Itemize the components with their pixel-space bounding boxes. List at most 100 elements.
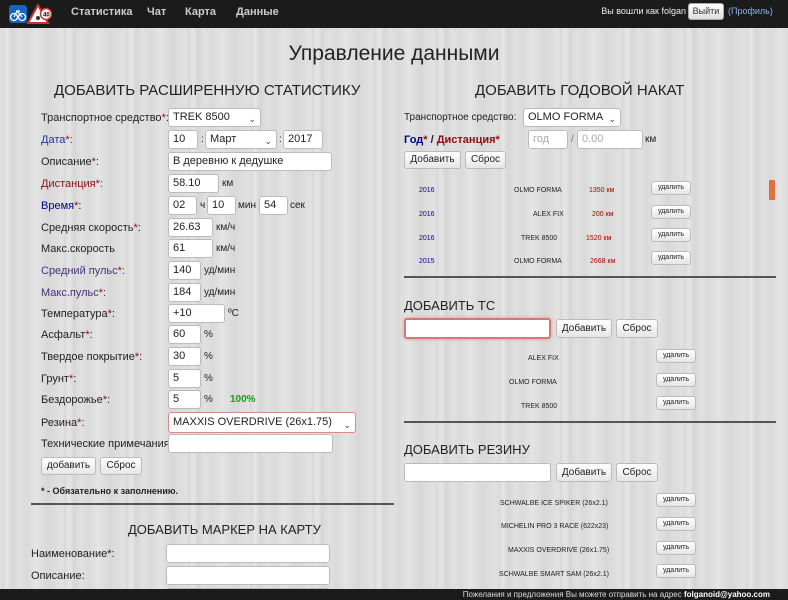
list-item: SCHWALBE ICE SPIKER (26x2.1) xyxy=(500,500,608,507)
add-stats-button[interactable]: добавить xyxy=(41,457,96,475)
offroad-input[interactable]: 5 xyxy=(168,390,201,409)
list-item: ALEX FIX xyxy=(528,355,559,362)
add-yearly-button[interactable]: Добавить xyxy=(404,151,461,169)
nav-map[interactable]: Карта xyxy=(185,6,216,18)
reset-tire-button[interactable]: Сброс xyxy=(616,463,658,482)
vehicle-name-input[interactable] xyxy=(404,318,551,339)
divider xyxy=(404,421,776,423)
delete-button[interactable]: удалить xyxy=(651,228,691,242)
notes-input[interactable] xyxy=(168,434,333,453)
logout-button[interactable]: Выйти xyxy=(688,3,724,20)
description-input[interactable]: В деревню к дедушке xyxy=(168,152,332,171)
date-month-select[interactable]: Март ⌄ xyxy=(205,130,277,149)
temperature-input[interactable]: +10 xyxy=(168,304,225,323)
logo-icon: 40 xyxy=(9,2,53,24)
distance-input[interactable]: 58.10 xyxy=(168,174,219,193)
marker-section-title: ДОБАВИТЬ МАРКЕР НА КАРТУ xyxy=(128,522,321,537)
marker-name-label: Наименование*: xyxy=(31,548,115,560)
delete-button[interactable]: удалить xyxy=(656,541,696,555)
nav-data[interactable]: Данные xyxy=(236,6,279,18)
yearly-distance-input[interactable]: 0.00 xyxy=(577,130,643,149)
tire-name-input[interactable] xyxy=(404,463,551,482)
avg-pulse-input[interactable]: 140 xyxy=(168,261,201,280)
marker-description-input[interactable] xyxy=(166,566,330,585)
max-speed-input[interactable]: 61 xyxy=(168,239,213,258)
date-year-input[interactable]: 2017 xyxy=(283,130,323,149)
avg-speed-input[interactable]: 26.63 xyxy=(168,218,213,237)
max-speed-label: Макс.скорость xyxy=(41,243,115,255)
stats-section-title: ДОБАВИТЬ РАСШИРЕННУЮ СТАТИСТИКУ xyxy=(54,82,361,99)
chevron-down-icon: ⌄ xyxy=(608,114,616,124)
delete-button[interactable]: удалить xyxy=(651,251,691,265)
page-title: Управление данными xyxy=(288,42,500,65)
marker-description-label: Описание: xyxy=(31,570,85,582)
hard-surface-label: Твердое покрытие*: xyxy=(41,351,143,363)
tires-section-title: ДОБАВИТЬ РЕЗИНУ xyxy=(404,442,530,457)
time-seconds-input[interactable]: 54 xyxy=(259,196,288,215)
asphalt-input[interactable]: 60 xyxy=(168,325,201,344)
reset-yearly-button[interactable]: Сброс xyxy=(465,151,506,169)
date-day-input[interactable]: 10 xyxy=(168,130,198,149)
tire-select[interactable]: MAXXIS OVERDRIVE (26x1.75) ⌄ xyxy=(168,412,356,433)
reset-stats-button[interactable]: Сброс xyxy=(100,457,142,475)
add-vehicle-button[interactable]: Добавить xyxy=(556,319,612,338)
login-status: Вы вошли как folgan xyxy=(601,6,686,16)
vehicles-section-title: ДОБАВИТЬ ТС xyxy=(404,298,496,313)
list-item: MAXXIS OVERDRIVE (26x1.75) xyxy=(508,547,610,554)
nav-chat[interactable]: Чат xyxy=(147,6,166,18)
temperature-label: Температура*: xyxy=(41,308,115,320)
yearly-vehicle-label: Транспортное средство: xyxy=(404,112,517,123)
profile-link[interactable]: (Профиль) xyxy=(728,6,773,16)
year-input[interactable]: год xyxy=(528,130,568,149)
delete-button[interactable]: удалить xyxy=(656,396,696,410)
description-label: Описание*: xyxy=(41,156,99,168)
chevron-down-icon: ⌄ xyxy=(264,136,272,146)
max-pulse-input[interactable]: 184 xyxy=(168,283,201,302)
list-item: MICHELIN PRO 3 RACE (622x23) xyxy=(501,523,609,530)
divider xyxy=(31,503,394,505)
svg-text:40: 40 xyxy=(43,13,50,19)
delete-button[interactable]: удалить xyxy=(656,493,696,507)
add-tire-button[interactable]: Добавить xyxy=(556,463,612,482)
ground-label: Грунт*: xyxy=(41,373,77,385)
marker-name-input[interactable] xyxy=(166,544,330,563)
distance-label: Дистанция*: xyxy=(41,178,103,190)
list-item: OLMO FORMA xyxy=(509,379,557,386)
vehicle-label: Транспортное средство*: xyxy=(41,112,169,124)
list-item: SCHWALBE SMART SAM (26x2.1) xyxy=(499,571,609,578)
time-minutes-input[interactable]: 10 xyxy=(207,196,236,215)
delete-button[interactable]: удалить xyxy=(651,181,691,195)
list-item: TREK 8500 xyxy=(521,403,558,410)
yearly-section-title: ДОБАВИТЬ ГОДОВОЙ НАКАТ xyxy=(475,82,685,99)
footer-email-link[interactable]: folganoid@yahoo.com xyxy=(684,590,770,599)
asphalt-label: Асфальт*: xyxy=(41,329,93,341)
delete-button[interactable]: удалить xyxy=(656,517,696,531)
avg-pulse-label: Средний пульс*: xyxy=(41,265,125,277)
delete-button[interactable]: удалить xyxy=(656,373,696,387)
required-note: * - Обязательно к заполнению. xyxy=(41,486,179,496)
divider xyxy=(404,276,776,278)
max-pulse-label: Макс.пульс*: xyxy=(41,287,107,299)
chevron-down-icon: ⌄ xyxy=(248,114,256,124)
year-distance-label: Год* / Дистанция* xyxy=(404,134,500,146)
nav-statistics[interactable]: Статистика xyxy=(71,6,133,18)
footer: Пожелания и предложения Вы можете отправ… xyxy=(0,589,788,600)
scrollbar-thumb[interactable] xyxy=(769,180,775,200)
time-hours-input[interactable]: 02 xyxy=(168,196,197,215)
navbar: 40 Статистика Чат Карта Данные Вы вошли … xyxy=(0,0,788,28)
avg-speed-label: Средняя скорость*: xyxy=(41,222,141,234)
delete-button[interactable]: удалить xyxy=(656,564,696,578)
yearly-vehicle-select[interactable]: OLMO FORMA ⌄ xyxy=(523,108,621,127)
reset-vehicle-button[interactable]: Сброс xyxy=(616,319,658,338)
ground-input[interactable]: 5 xyxy=(168,369,201,388)
surface-total: 100% xyxy=(230,394,256,405)
chevron-down-icon: ⌄ xyxy=(343,420,351,430)
offroad-label: Бездорожье*: xyxy=(41,394,111,406)
logo[interactable]: 40 xyxy=(8,2,53,25)
hard-surface-input[interactable]: 30 xyxy=(168,347,201,366)
delete-button[interactable]: удалить xyxy=(656,349,696,363)
notes-label: Технические примечания: xyxy=(41,438,173,450)
vehicle-select[interactable]: TREK 8500 ⌄ xyxy=(168,108,261,127)
time-label: Время*: xyxy=(41,200,82,212)
delete-button[interactable]: удалить xyxy=(651,205,691,219)
